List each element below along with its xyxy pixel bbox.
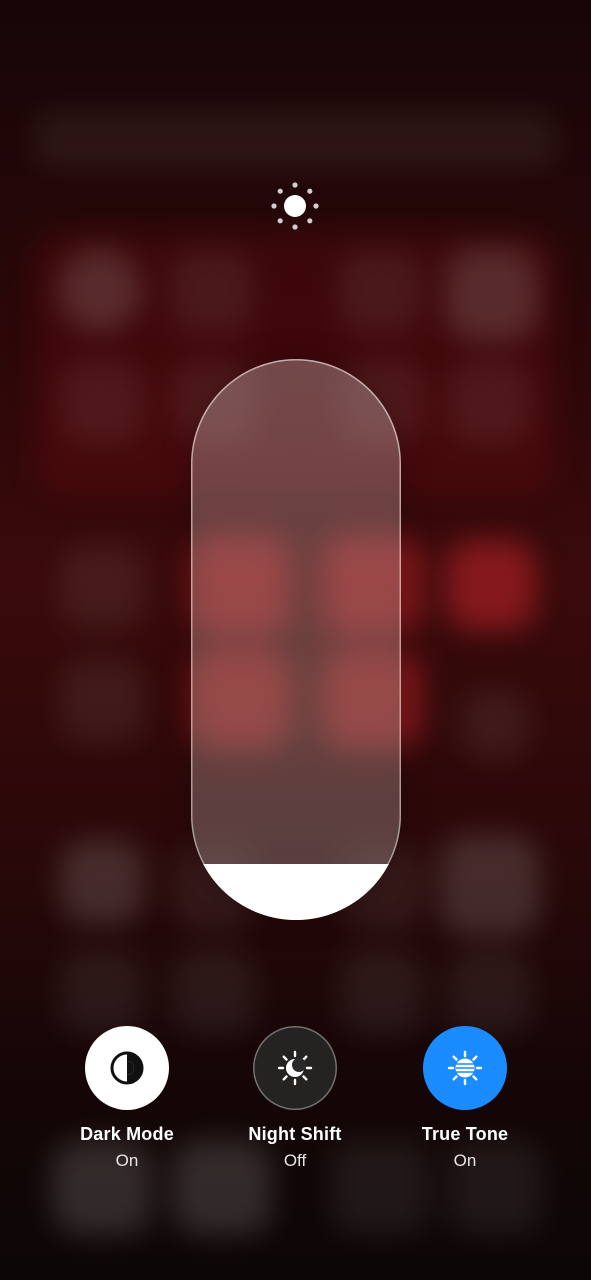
dark-mode-icon [110, 1051, 144, 1085]
true-tone-button[interactable] [423, 1026, 507, 1110]
background-app [60, 840, 144, 924]
background-app [446, 248, 538, 340]
slider-track [191, 359, 401, 920]
true-tone-icon [447, 1050, 483, 1086]
night-shift-label: Night Shift [248, 1124, 342, 1144]
background-search-bar [34, 112, 556, 168]
dark-mode-button[interactable] [85, 1026, 169, 1110]
night-shift-toggle[interactable]: Night Shift Off [210, 1026, 380, 1171]
background-app [340, 950, 424, 1034]
dark-mode-toggle[interactable]: Dark Mode On [42, 1026, 212, 1171]
background-app [170, 250, 254, 334]
background-app [60, 660, 144, 744]
background-app [338, 250, 422, 334]
sun-icon [270, 181, 320, 231]
background-app [460, 690, 530, 760]
background-app [446, 540, 536, 630]
dark-mode-label: Dark Mode [80, 1124, 174, 1144]
true-tone-toggle[interactable]: True Tone On [380, 1026, 550, 1171]
background-app [172, 950, 256, 1034]
brightness-level-fill [191, 863, 401, 920]
dark-mode-state: On [115, 1151, 139, 1170]
background-app [60, 360, 144, 444]
control-center-brightness-screen: Dark Mode On Night Shift Off True Tone O… [0, 0, 591, 1280]
background-app [58, 248, 142, 332]
night-shift-state: Off [283, 1151, 307, 1170]
night-shift-button[interactable] [253, 1026, 337, 1110]
background-app [448, 950, 532, 1034]
background-app [60, 950, 144, 1034]
background-app [440, 835, 540, 935]
true-tone-state: On [453, 1151, 477, 1170]
brightness-slider[interactable] [191, 359, 401, 920]
background-app [60, 545, 144, 629]
night-shift-icon [277, 1050, 313, 1086]
true-tone-label: True Tone [421, 1124, 509, 1144]
background-app [448, 360, 532, 444]
